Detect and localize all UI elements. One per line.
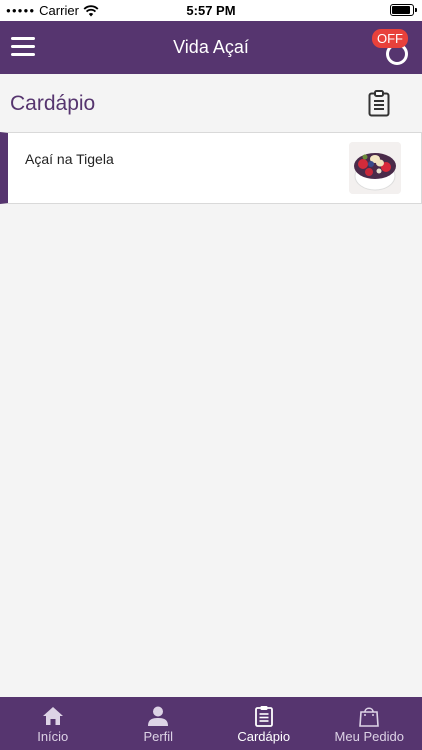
acai-bowl-image: [349, 142, 401, 194]
bottom-tab-bar: Início Perfil Cardápio Meu Pedido: [0, 697, 422, 750]
page-title: Cardápio: [10, 92, 96, 115]
shopping-bag-icon: [359, 707, 380, 727]
clipboard-icon: [254, 706, 273, 727]
app-bar: Vida Açaí OFF: [0, 21, 422, 74]
tab-inicio[interactable]: Início: [0, 697, 106, 750]
section-header: Cardápio: [0, 74, 422, 132]
store-status-button[interactable]: OFF: [372, 29, 412, 69]
store-status-badge: OFF: [372, 29, 408, 48]
tab-label: Perfil: [143, 729, 174, 744]
tab-label: Cardápio: [237, 729, 291, 744]
list-item[interactable]: Açaí na Tigela: [0, 132, 422, 204]
menu-item-name: Açaí na Tigela: [25, 151, 114, 167]
status-bar: ●●●●● Carrier 5:57 PM: [0, 0, 422, 21]
tab-label: Meu Pedido: [334, 729, 404, 744]
clock: 5:57 PM: [186, 3, 236, 18]
app-title: Vida Açaí: [173, 37, 249, 57]
home-icon: [42, 707, 63, 725]
tab-label: Início: [37, 729, 69, 744]
person-icon: [148, 706, 169, 726]
tab-perfil[interactable]: Perfil: [106, 697, 212, 750]
tab-cardapio[interactable]: Cardápio: [211, 697, 317, 750]
clipboard-list-icon[interactable]: [368, 90, 390, 117]
tab-meu-pedido[interactable]: Meu Pedido: [317, 697, 422, 750]
battery-icon: [390, 4, 417, 16]
